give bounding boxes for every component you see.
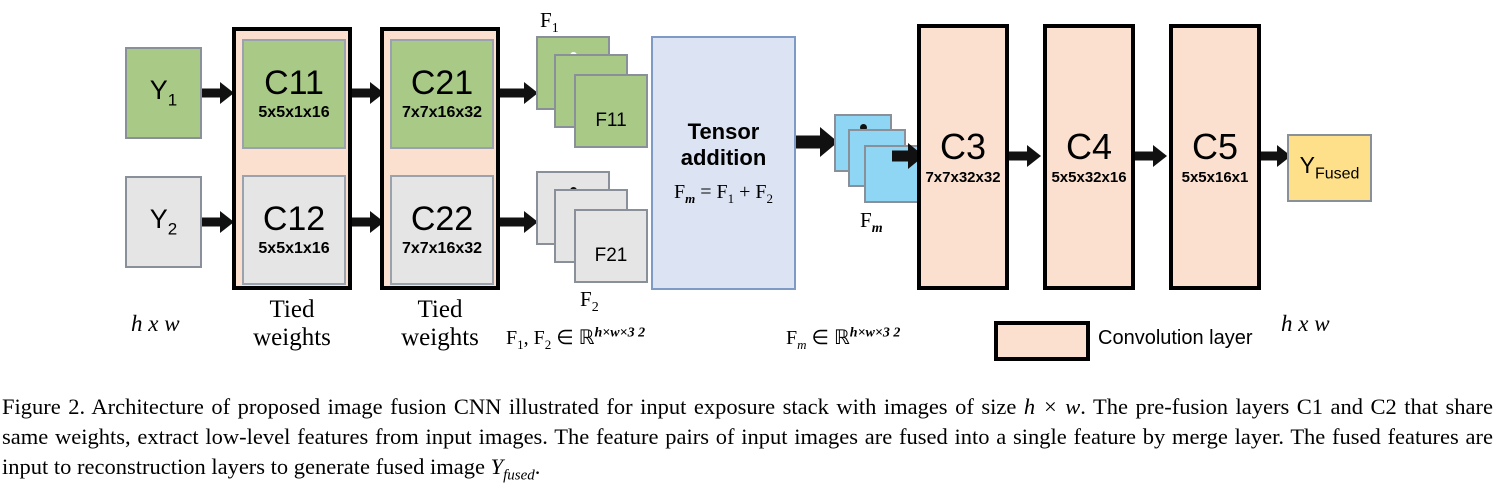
feature-card-front: F21: [574, 209, 648, 283]
tied-weights-group-2: C21 7x7x16x32 C22 7x7x16x32: [380, 27, 500, 290]
conv-block-c21: C21 7x7x16x32: [390, 39, 494, 149]
feature-stack-f1-label: F1: [540, 8, 559, 37]
conv-layer-c3: C3 7x7x32x32: [917, 24, 1009, 290]
feature-stack-f2-label: F2: [580, 287, 599, 316]
input-image-y2: Y2: [125, 176, 202, 268]
feature-stack-f1: F11: [536, 36, 654, 148]
caption-y-symbol: Y: [490, 453, 504, 479]
output-y-fused-label: YFused: [1299, 151, 1360, 183]
tied-weights-group-1: C11 5x5x1x16 C12 5x5x1x16: [232, 27, 352, 290]
conv-block-c12: C12 5x5x1x16: [242, 175, 346, 285]
conv-layer-c5-kernel: 5x5x16x1: [1181, 168, 1249, 186]
figure-caption: Figure 2. Architecture of proposed image…: [2, 392, 1493, 486]
conv-block-c22: C22 7x7x16x32: [390, 175, 494, 285]
conv-block-c21-name: C21: [410, 64, 474, 103]
conv-block-c11-name: C11: [264, 64, 324, 103]
conv-layer-c3-name: C3: [939, 125, 987, 167]
conv-block-c22-name: C22: [410, 200, 474, 239]
caption-part-1: Figure 2. Architecture of proposed image…: [2, 394, 1024, 419]
set-note-f1-f2: F1, F2 ∈ ℝh×w×3 2: [506, 325, 646, 352]
figure-diagram: Y1 Y2 C11 5x5x1x16 C12 5x5x1x16 Tied wei…: [0, 0, 1495, 380]
conv-block-c21-kernel: 7x7x16x32: [401, 103, 483, 121]
conv-layer-c5: C5 5x5x16x1: [1169, 24, 1261, 290]
tensor-addition-formula: Fm = F1 + F2: [673, 180, 774, 206]
tied-weights-label-1: Tied weights: [253, 296, 331, 351]
conv-block-c22-kernel: 7x7x16x32: [401, 239, 483, 257]
input-y1-label: Y1: [149, 75, 178, 110]
caption-y-subscript: fused: [503, 467, 535, 484]
legend-label-convolution-layer: Convolution layer: [1098, 327, 1253, 349]
conv-layer-c4-kernel: 5x5x32x16: [1051, 168, 1127, 186]
feature-card-f21-label: F21: [594, 245, 628, 266]
caption-hw: h × w: [1023, 394, 1081, 419]
tensor-addition-block: Tensor addition Fm = F1 + F2: [651, 36, 796, 290]
conv-block-c12-kernel: 5x5x1x16: [258, 239, 330, 257]
conv-block-c11: C11 5x5x1x16: [242, 39, 346, 149]
conv-layer-c4-name: C4: [1065, 125, 1113, 167]
merged-stack-fm-label: Fm: [860, 208, 883, 237]
input-y2-label: Y2: [149, 204, 178, 239]
output-image-y-fused: YFused: [1287, 134, 1372, 202]
conv-block-c12-name: C12: [262, 200, 326, 239]
tensor-addition-title-2: addition: [680, 145, 767, 170]
conv-layer-c5-name: C5: [1191, 125, 1239, 167]
set-note-fm: Fm ∈ ℝh×w×3 2: [786, 325, 901, 352]
size-note-right: h x w: [1281, 311, 1330, 336]
feature-stack-f2: F21: [536, 171, 654, 283]
conv-layer-c4: C4 5x5x32x16: [1043, 24, 1135, 290]
conv-layer-c3-kernel: 7x7x32x32: [925, 168, 1001, 186]
conv-block-c11-kernel: 5x5x1x16: [258, 103, 330, 121]
tensor-addition-title-1: Tensor: [687, 119, 760, 145]
caption-part-3: .: [534, 453, 541, 479]
size-note-left: h x w: [131, 311, 180, 336]
legend-swatch-convolution-layer: [994, 321, 1090, 361]
input-image-y1: Y1: [125, 47, 202, 139]
tied-weights-label-2: Tied weights: [401, 296, 479, 351]
feature-card-f11-label: F11: [595, 110, 627, 131]
feature-card-front: F11: [574, 74, 648, 148]
